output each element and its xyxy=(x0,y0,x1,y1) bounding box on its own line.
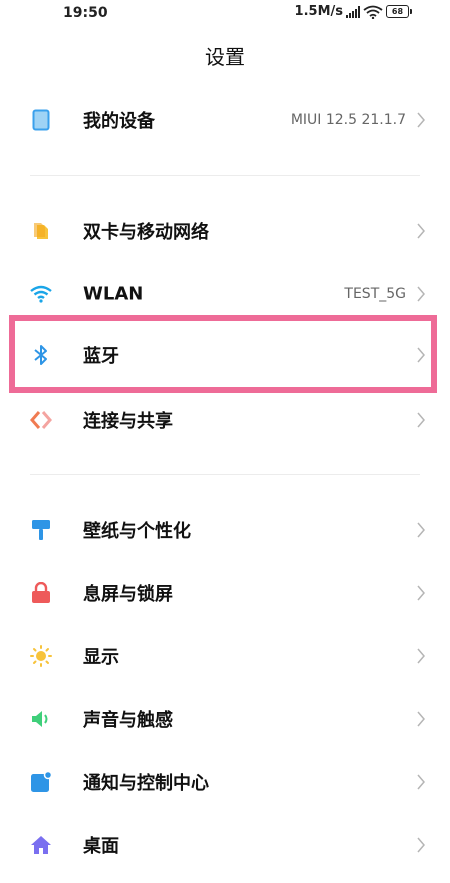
status-right: 1.5M/s 68 xyxy=(295,4,412,19)
settings-item-connection-sharing[interactable]: 连接与共享 xyxy=(0,390,450,450)
status-bar: 19:50 1.5M/s 68 xyxy=(0,0,450,30)
speaker-icon xyxy=(30,708,52,730)
connection-share-icon xyxy=(30,409,52,431)
home-icon xyxy=(30,834,52,856)
chevron-right-icon xyxy=(417,774,425,790)
item-label: 显示 xyxy=(83,647,119,668)
settings-item-wallpaper[interactable]: 壁纸与个性化 xyxy=(0,500,450,560)
item-label: 我的设备 xyxy=(83,111,155,132)
net-speed: 1.5M/s xyxy=(294,4,343,19)
chevron-right-icon xyxy=(417,585,425,601)
chevron-right-icon xyxy=(417,522,425,538)
item-label: 连接与共享 xyxy=(83,411,173,432)
chevron-right-icon xyxy=(417,711,425,727)
item-value: MIUI 12.5 21.1.7 xyxy=(290,112,406,128)
settings-item-display[interactable]: 显示 xyxy=(0,626,450,686)
item-label: 声音与触感 xyxy=(83,710,173,731)
item-label: 双卡与移动网络 xyxy=(83,222,209,243)
settings-item-my-device[interactable]: 我的设备 MIUI 12.5 21.1.7 xyxy=(0,90,450,150)
status-time: 19:50 xyxy=(63,5,108,21)
settings-item-sound[interactable]: 声音与触感 xyxy=(0,689,450,749)
sun-icon xyxy=(30,645,52,667)
item-label: 桌面 xyxy=(83,836,119,857)
item-label: WLAN xyxy=(83,283,144,305)
sim-card-icon xyxy=(30,220,52,242)
battery-level: 68 xyxy=(386,5,409,18)
settings-item-notifications[interactable]: 通知与控制中心 xyxy=(0,752,450,812)
highlight-box xyxy=(9,315,437,393)
chevron-right-icon xyxy=(417,112,425,128)
settings-item-lock-screen[interactable]: 息屏与锁屏 xyxy=(0,563,450,623)
chevron-right-icon xyxy=(417,837,425,853)
wifi-icon xyxy=(30,283,52,305)
section-divider xyxy=(30,175,420,176)
item-label: 通知与控制中心 xyxy=(83,773,209,794)
lock-icon xyxy=(30,582,52,604)
notification-icon xyxy=(30,771,52,793)
settings-item-home-screen[interactable]: 桌面 xyxy=(0,815,450,875)
wifi-icon xyxy=(363,5,383,19)
settings-item-sim-network[interactable]: 双卡与移动网络 xyxy=(0,201,450,261)
signal-icon xyxy=(346,5,360,18)
item-label: 壁纸与个性化 xyxy=(83,521,191,542)
phone-icon xyxy=(30,109,52,131)
chevron-right-icon xyxy=(417,412,425,428)
chevron-right-icon xyxy=(417,286,425,302)
item-label: 息屏与锁屏 xyxy=(83,584,173,605)
paint-roller-icon xyxy=(30,519,52,541)
chevron-right-icon xyxy=(417,223,425,239)
page-title: 设置 xyxy=(205,45,245,69)
battery-icon: 68 xyxy=(386,5,412,18)
section-divider xyxy=(30,474,420,475)
chevron-right-icon xyxy=(417,648,425,664)
item-value: TEST_5G xyxy=(344,286,406,302)
